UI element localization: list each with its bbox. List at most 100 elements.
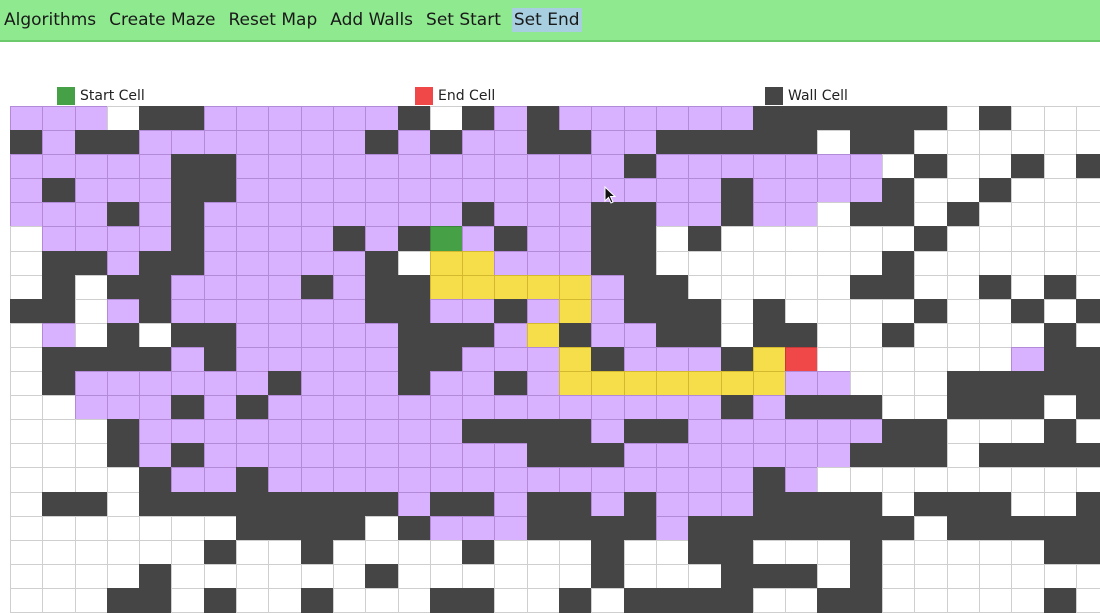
wall-cell[interactable] <box>203 539 238 565</box>
visited-cell[interactable] <box>559 395 593 421</box>
wall-cell[interactable] <box>849 202 884 228</box>
empty-cell[interactable] <box>42 563 76 589</box>
wall-cell[interactable] <box>1075 371 1100 397</box>
visited-cell[interactable] <box>752 154 787 180</box>
visited-cell[interactable] <box>397 419 431 445</box>
wall-cell[interactable] <box>559 491 593 517</box>
visited-cell[interactable] <box>268 443 302 469</box>
visited-cell[interactable] <box>268 322 302 348</box>
empty-cell[interactable] <box>946 106 980 132</box>
visited-cell[interactable] <box>332 322 367 348</box>
visited-cell[interactable] <box>203 419 238 445</box>
empty-cell[interactable] <box>106 106 141 132</box>
visited-cell[interactable] <box>494 322 528 348</box>
empty-cell[interactable] <box>655 226 690 252</box>
empty-cell[interactable] <box>623 563 657 589</box>
empty-cell[interactable] <box>1043 467 1077 493</box>
empty-cell[interactable] <box>10 250 44 276</box>
wall-cell[interactable] <box>74 130 108 156</box>
visited-cell[interactable] <box>332 274 367 300</box>
visited-cell[interactable] <box>688 395 722 421</box>
empty-cell[interactable] <box>882 563 916 589</box>
empty-cell[interactable] <box>268 563 302 589</box>
empty-cell[interactable] <box>526 539 561 565</box>
wall-cell[interactable] <box>720 395 754 421</box>
visited-cell[interactable] <box>171 274 205 300</box>
visited-cell[interactable] <box>785 467 819 493</box>
wall-cell[interactable] <box>946 395 980 421</box>
wall-cell[interactable] <box>1043 419 1077 445</box>
visited-cell[interactable] <box>10 154 44 180</box>
empty-cell[interactable] <box>882 154 916 180</box>
visited-cell[interactable] <box>236 250 270 276</box>
wall-cell[interactable] <box>946 202 980 228</box>
wall-cell[interactable] <box>42 491 76 517</box>
visited-cell[interactable] <box>171 298 205 324</box>
visited-cell[interactable] <box>849 178 884 204</box>
wall-cell[interactable] <box>849 395 884 421</box>
wall-cell[interactable] <box>236 515 270 541</box>
visited-cell[interactable] <box>300 467 334 493</box>
empty-cell[interactable] <box>1011 178 1045 204</box>
wall-cell[interactable] <box>623 298 657 324</box>
empty-cell[interactable] <box>946 563 980 589</box>
visited-cell[interactable] <box>236 202 270 228</box>
empty-cell[interactable] <box>720 322 754 348</box>
wall-cell[interactable] <box>849 274 884 300</box>
visited-cell[interactable] <box>591 106 625 132</box>
empty-cell[interactable] <box>74 587 108 613</box>
wall-cell[interactable] <box>914 154 948 180</box>
empty-cell[interactable] <box>752 226 787 252</box>
wall-cell[interactable] <box>171 443 205 469</box>
empty-cell[interactable] <box>42 467 76 493</box>
empty-cell[interactable] <box>978 563 1013 589</box>
visited-cell[interactable] <box>139 130 173 156</box>
wall-cell[interactable] <box>462 202 496 228</box>
visited-cell[interactable] <box>236 443 270 469</box>
wall-cell[interactable] <box>526 515 561 541</box>
visited-cell[interactable] <box>655 395 690 421</box>
visited-cell[interactable] <box>623 395 657 421</box>
wall-cell[interactable] <box>978 106 1013 132</box>
visited-cell[interactable] <box>171 419 205 445</box>
visited-cell[interactable] <box>494 250 528 276</box>
visited-cell[interactable] <box>268 298 302 324</box>
empty-cell[interactable] <box>106 467 141 493</box>
visited-cell[interactable] <box>332 130 367 156</box>
visited-cell[interactable] <box>559 178 593 204</box>
empty-cell[interactable] <box>1075 322 1100 348</box>
wall-cell[interactable] <box>429 491 464 517</box>
empty-cell[interactable] <box>42 539 76 565</box>
wall-cell[interactable] <box>785 106 819 132</box>
visited-cell[interactable] <box>526 467 561 493</box>
path-cell[interactable] <box>655 371 690 397</box>
wall-cell[interactable] <box>494 419 528 445</box>
wall-cell[interactable] <box>1043 515 1077 541</box>
wall-cell[interactable] <box>365 491 399 517</box>
wall-cell[interactable] <box>817 106 851 132</box>
empty-cell[interactable] <box>10 467 44 493</box>
wall-cell[interactable] <box>623 274 657 300</box>
wall-cell[interactable] <box>591 515 625 541</box>
empty-cell[interactable] <box>914 395 948 421</box>
visited-cell[interactable] <box>42 130 76 156</box>
start-cell[interactable] <box>429 226 464 252</box>
empty-cell[interactable] <box>526 587 561 613</box>
empty-cell[interactable] <box>914 322 948 348</box>
visited-cell[interactable] <box>300 419 334 445</box>
visited-cell[interactable] <box>42 106 76 132</box>
empty-cell[interactable] <box>914 563 948 589</box>
path-cell[interactable] <box>429 274 464 300</box>
visited-cell[interactable] <box>526 226 561 252</box>
wall-cell[interactable] <box>591 226 625 252</box>
empty-cell[interactable] <box>978 587 1013 613</box>
wall-cell[interactable] <box>720 515 754 541</box>
wall-cell[interactable] <box>10 298 44 324</box>
empty-cell[interactable] <box>365 539 399 565</box>
visited-cell[interactable] <box>591 322 625 348</box>
empty-cell[interactable] <box>591 587 625 613</box>
empty-cell[interactable] <box>203 515 238 541</box>
empty-cell[interactable] <box>236 563 270 589</box>
wall-cell[interactable] <box>655 274 690 300</box>
wall-cell[interactable] <box>106 419 141 445</box>
